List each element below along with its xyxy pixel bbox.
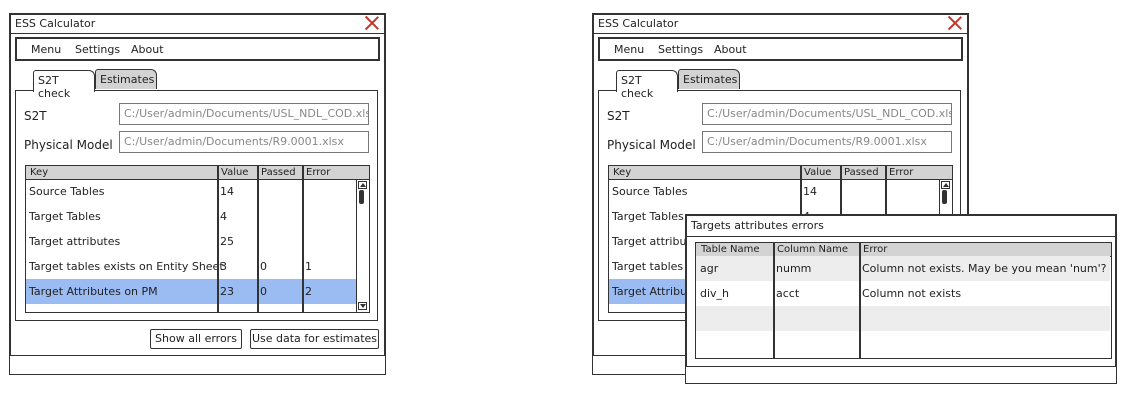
menu-bar: Menu Settings About [15, 37, 380, 61]
col-value: Value [804, 167, 832, 178]
cell-key: Source Tables [612, 185, 688, 198]
col-table-name: Table Name [701, 244, 760, 255]
tab-estimates[interactable]: Estimates [95, 69, 157, 89]
ess-calculator-window-left: ESS Calculator Menu Settings About S2T c… [9, 13, 386, 375]
close-icon[interactable] [364, 15, 380, 31]
titlebar: ESS Calculator [11, 15, 384, 34]
menu-item-about[interactable]: About [131, 43, 164, 56]
errors-table: Table Name Column Name Error agr numm Co… [695, 242, 1112, 359]
menu-item-menu[interactable]: Menu [31, 43, 61, 56]
cell-error: 1 [305, 260, 312, 273]
cell-column-name: acct [776, 287, 800, 300]
cell-column-name: numm [776, 262, 812, 275]
s2t-path-field[interactable]: C:/User/admin/Documents/USL_NDL_COD.xlsx [702, 103, 952, 125]
tab-s2t-check[interactable]: S2T check [616, 70, 678, 100]
physical-model-label: Physical Model [607, 138, 696, 152]
targets-attributes-errors-dialog: Targets attributes errors Table Name Col… [685, 214, 1117, 384]
col-column-name: Column Name [777, 244, 848, 255]
col-divider [773, 243, 775, 358]
col-passed: Passed [261, 167, 296, 178]
window-title: ESS Calculator [598, 17, 679, 30]
cell-value: 4 [220, 210, 227, 223]
table-row[interactable]: Target Tables 4 [26, 204, 356, 229]
cell-key: Target attributes [29, 235, 121, 248]
cell-value: 23 [220, 285, 234, 298]
cell-passed: 0 [260, 285, 267, 298]
cell-error: Column not exists [862, 287, 962, 300]
cell-key: Target tables exists on Entity Sheet [29, 260, 224, 273]
dialog-status-bar [685, 366, 1117, 384]
error-row[interactable]: div_h acct Column not exists [696, 281, 1110, 306]
cell-value: 25 [220, 235, 234, 248]
scroll-up-icon[interactable] [941, 181, 950, 189]
cell-key: Target Attributes on PM [29, 285, 158, 298]
status-bar [9, 355, 386, 375]
error-row[interactable]: agr numm Column not exists. May be you m… [696, 256, 1110, 281]
cell-value: 14 [220, 185, 234, 198]
cell-passed: 0 [260, 260, 267, 273]
col-error: Error [306, 167, 331, 178]
col-passed: Passed [844, 167, 879, 178]
col-error: Error [889, 167, 914, 178]
scroll-down-icon[interactable] [358, 302, 367, 310]
s2t-path-field[interactable]: C:/User/admin/Documents/USL_NDL_COD.xlsx [119, 103, 369, 125]
table-header: Key Value Passed Error [26, 166, 369, 180]
dialog-titlebar: Targets attributes errors [687, 216, 1115, 237]
physical-model-path-field[interactable]: C:/User/admin/Documents/R9.0001.xlsx [702, 131, 952, 153]
results-table: Key Value Passed Error Source Tables 14 … [25, 165, 370, 313]
s2t-label: S2T [607, 109, 630, 123]
physical-model-label: Physical Model [24, 138, 113, 152]
tab-s2t-check[interactable]: S2T check [33, 70, 95, 100]
window-title: ESS Calculator [15, 17, 96, 30]
menu-bar: Menu Settings About [598, 37, 963, 61]
menu-item-about[interactable]: About [714, 43, 747, 56]
s2t-check-panel: S2T C:/User/admin/Documents/USL_NDL_COD.… [15, 90, 378, 321]
use-data-for-estimates-button[interactable]: Use data for estimates [250, 329, 379, 349]
cell-key: Source Tables [29, 185, 105, 198]
menu-item-settings[interactable]: Settings [75, 43, 120, 56]
scroll-thumb[interactable] [359, 190, 364, 204]
col-divider [859, 243, 861, 358]
cell-table-name: agr [700, 262, 719, 275]
close-icon[interactable] [947, 15, 963, 31]
cell-key: Target tables e [612, 260, 694, 273]
physical-model-path-field[interactable]: C:/User/admin/Documents/R9.0001.xlsx [119, 131, 369, 153]
table-row-selected[interactable]: Target Attributes on PM 23 0 2 [26, 279, 356, 304]
table-row[interactable]: Source Tables 14 [26, 179, 356, 204]
scroll-up-icon[interactable] [358, 181, 367, 189]
table-header: Key Value Passed Error [609, 166, 952, 180]
scroll-thumb[interactable] [942, 190, 947, 204]
col-key: Key [613, 167, 632, 178]
titlebar: ESS Calculator [594, 15, 967, 34]
table-scrollbar[interactable] [356, 179, 367, 312]
cell-key: Target Tables [612, 210, 684, 223]
errors-table-header: Table Name Column Name Error [696, 243, 1111, 257]
cell-key: Target Tables [29, 210, 101, 223]
col-value: Value [221, 167, 249, 178]
tab-estimates[interactable]: Estimates [678, 69, 740, 89]
dialog-title: Targets attributes errors [691, 219, 824, 232]
col-error: Error [863, 244, 888, 255]
col-key: Key [30, 167, 49, 178]
table-row[interactable]: Source Tables 14 [609, 179, 939, 204]
cell-error: Column not exists. May be you mean 'num'… [862, 262, 1107, 275]
cell-table-name: div_h [700, 287, 730, 300]
s2t-label: S2T [24, 109, 47, 123]
col-divider [217, 166, 219, 312]
cell-value: 3 [220, 260, 227, 273]
cell-value: 14 [803, 185, 817, 198]
table-row[interactable]: Target attributes 25 [26, 229, 356, 254]
error-row-empty [696, 306, 1110, 331]
menu-item-menu[interactable]: Menu [614, 43, 644, 56]
cell-error: 2 [305, 285, 312, 298]
table-row[interactable]: Target tables exists on Entity Sheet 3 0… [26, 254, 356, 279]
col-divider [302, 166, 304, 312]
menu-item-settings[interactable]: Settings [658, 43, 703, 56]
col-divider [257, 166, 259, 312]
show-all-errors-button[interactable]: Show all errors [150, 329, 242, 349]
